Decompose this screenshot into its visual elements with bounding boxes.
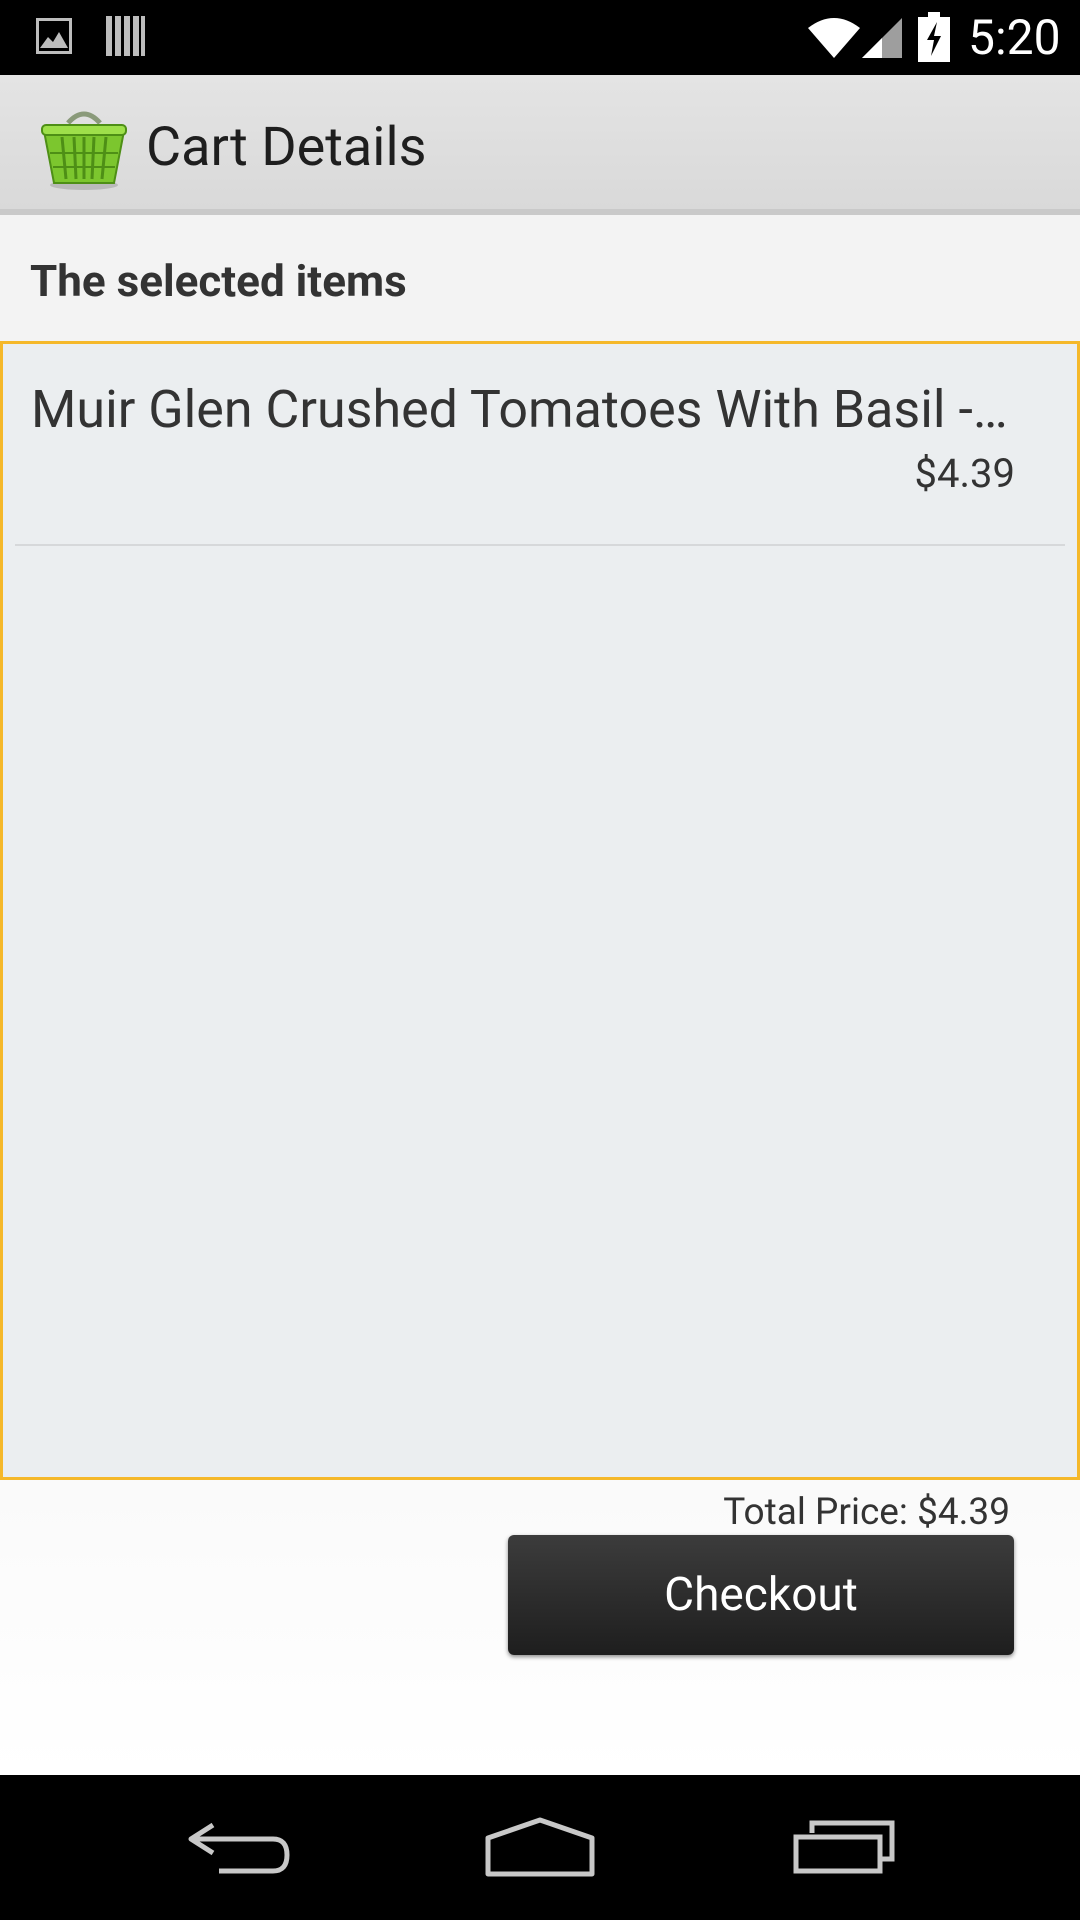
screen: 5:20 Cart Details The selected items Mui… <box>0 0 1080 1920</box>
item-name: Muir Glen Crushed Tomatoes With Basil -… <box>31 379 1008 440</box>
cart-content: The selected items Muir Glen Crushed Tom… <box>0 215 1080 1775</box>
image-notification-icon <box>36 18 72 54</box>
battery-charging-icon <box>918 12 950 62</box>
back-icon <box>188 1822 290 1874</box>
home-icon <box>485 1817 595 1877</box>
checkout-button[interactable]: Checkout <box>508 1535 1014 1655</box>
page-title: Cart Details <box>146 116 427 179</box>
signal-icon <box>862 18 902 58</box>
cart-footer: Total Price: $4.39 Checkout <box>0 1480 1080 1775</box>
barcode-notification-icon <box>106 16 145 56</box>
cart-items-list[interactable]: Muir Glen Crushed Tomatoes With Basil -…… <box>0 341 1080 1480</box>
status-bar: 5:20 <box>0 0 1080 75</box>
total-price: Total Price: $4.39 <box>723 1491 1010 1534</box>
item-price: $4.39 <box>914 450 1015 497</box>
navigation-bar <box>0 1775 1080 1920</box>
home-button[interactable] <box>470 1797 610 1897</box>
status-clock: 5:20 <box>968 9 1061 66</box>
shopping-basket-icon[interactable] <box>38 101 130 193</box>
section-label: The selected items <box>30 255 407 307</box>
recents-icon <box>793 1820 895 1874</box>
action-bar: Cart Details <box>0 75 1080 215</box>
list-item[interactable]: Muir Glen Crushed Tomatoes With Basil -…… <box>15 344 1065 546</box>
wifi-icon <box>808 18 860 58</box>
recents-button[interactable] <box>774 1797 914 1897</box>
back-button[interactable] <box>170 1797 310 1897</box>
